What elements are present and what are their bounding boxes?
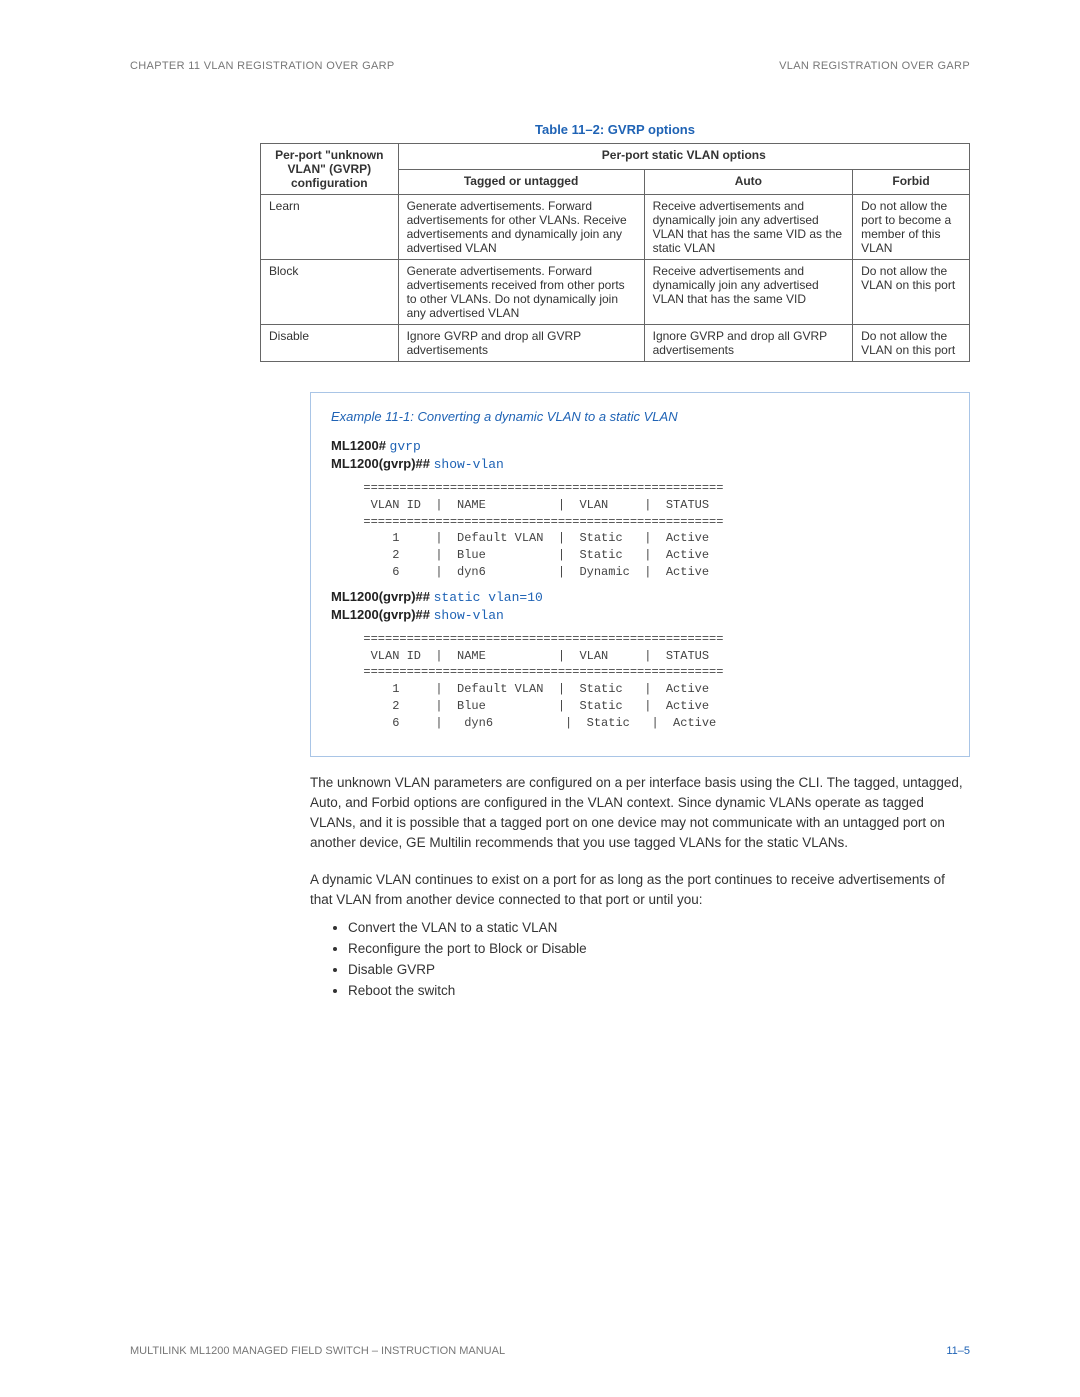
bullet-list: Convert the VLAN to a static VLAN Reconfi…	[348, 920, 970, 998]
table-row: BlockGenerate advertisements. Forward ad…	[261, 260, 970, 325]
gvrp-options-table: Per-port "unknown VLAN" (GVRP) configura…	[260, 143, 970, 362]
col-forbid: Forbid	[853, 169, 970, 195]
table-cell: Do not allow the VLAN on this port	[853, 260, 970, 325]
cli-command: static vlan=10	[434, 590, 543, 605]
cli-command: show-vlan	[434, 457, 504, 472]
table-cell: Generate advertisements. Forward adverti…	[398, 260, 644, 325]
page-header: CHAPTER 11 VLAN REGISTRATION OVER GARP V…	[130, 60, 970, 72]
list-item: Disable GVRP	[348, 962, 970, 977]
cli-command: show-vlan	[434, 608, 504, 623]
header-right: VLAN REGISTRATION OVER GARP	[779, 60, 970, 72]
col-auto: Auto	[644, 169, 853, 195]
body-text: The unknown VLAN parameters are configur…	[130, 773, 970, 999]
footer-pageno: 11–5	[946, 1345, 970, 1357]
row-name: Learn	[261, 195, 399, 260]
row-name: Disable	[261, 325, 399, 362]
table-cell: Receive advertisements and dynamically j…	[644, 260, 853, 325]
cli-line: ML1200# gvrp	[331, 438, 949, 454]
cli-line: ML1200(gvrp)## show-vlan	[331, 607, 949, 623]
col-tagged: Tagged or untagged	[398, 169, 644, 195]
table-cell: Ignore GVRP and drop all GVRP advertisem…	[644, 325, 853, 362]
list-item: Reconfigure the port to Block or Disable	[348, 941, 970, 956]
row-name: Block	[261, 260, 399, 325]
example-title: Example 11-1: Converting a dynamic VLAN …	[331, 409, 949, 424]
table-row: LearnGenerate advertisements. Forward ad…	[261, 195, 970, 260]
example-box: Example 11-1: Converting a dynamic VLAN …	[310, 392, 970, 757]
footer-left: MULTILINK ML1200 MANAGED FIELD SWITCH – …	[130, 1345, 505, 1357]
cli-line: ML1200(gvrp)## show-vlan	[331, 456, 949, 472]
cli-prompt: ML1200#	[331, 438, 390, 453]
table-cell: Do not allow the VLAN on this port	[853, 325, 970, 362]
page-footer: MULTILINK ML1200 MANAGED FIELD SWITCH – …	[130, 1345, 970, 1357]
paragraph-1: The unknown VLAN parameters are configur…	[310, 773, 970, 854]
list-item: Convert the VLAN to a static VLAN	[348, 920, 970, 935]
table-cell: Do not allow the port to become a member…	[853, 195, 970, 260]
table-caption: Table 11–2: GVRP options	[130, 122, 970, 137]
cli-prompt: ML1200(gvrp)##	[331, 607, 434, 622]
table-cell: Generate advertisements. Forward adverti…	[398, 195, 644, 260]
cli-output-2: ========================================…	[349, 631, 949, 732]
table-row: DisableIgnore GVRP and drop all GVRP adv…	[261, 325, 970, 362]
table-cell: Receive advertisements and dynamically j…	[644, 195, 853, 260]
paragraph-2: A dynamic VLAN continues to exist on a p…	[310, 870, 970, 911]
header-left: CHAPTER 11 VLAN REGISTRATION OVER GARP	[130, 60, 395, 72]
col-header-group: Per-port static VLAN options	[398, 144, 969, 170]
list-item: Reboot the switch	[348, 983, 970, 998]
row-header: Per-port "unknown VLAN" (GVRP) configura…	[261, 144, 399, 195]
cli-prompt: ML1200(gvrp)##	[331, 456, 434, 471]
cli-prompt: ML1200(gvrp)##	[331, 589, 434, 604]
cli-output-1: ========================================…	[349, 480, 949, 581]
cli-line: ML1200(gvrp)## static vlan=10	[331, 589, 949, 605]
cli-command: gvrp	[390, 439, 421, 454]
table-cell: Ignore GVRP and drop all GVRP advertisem…	[398, 325, 644, 362]
